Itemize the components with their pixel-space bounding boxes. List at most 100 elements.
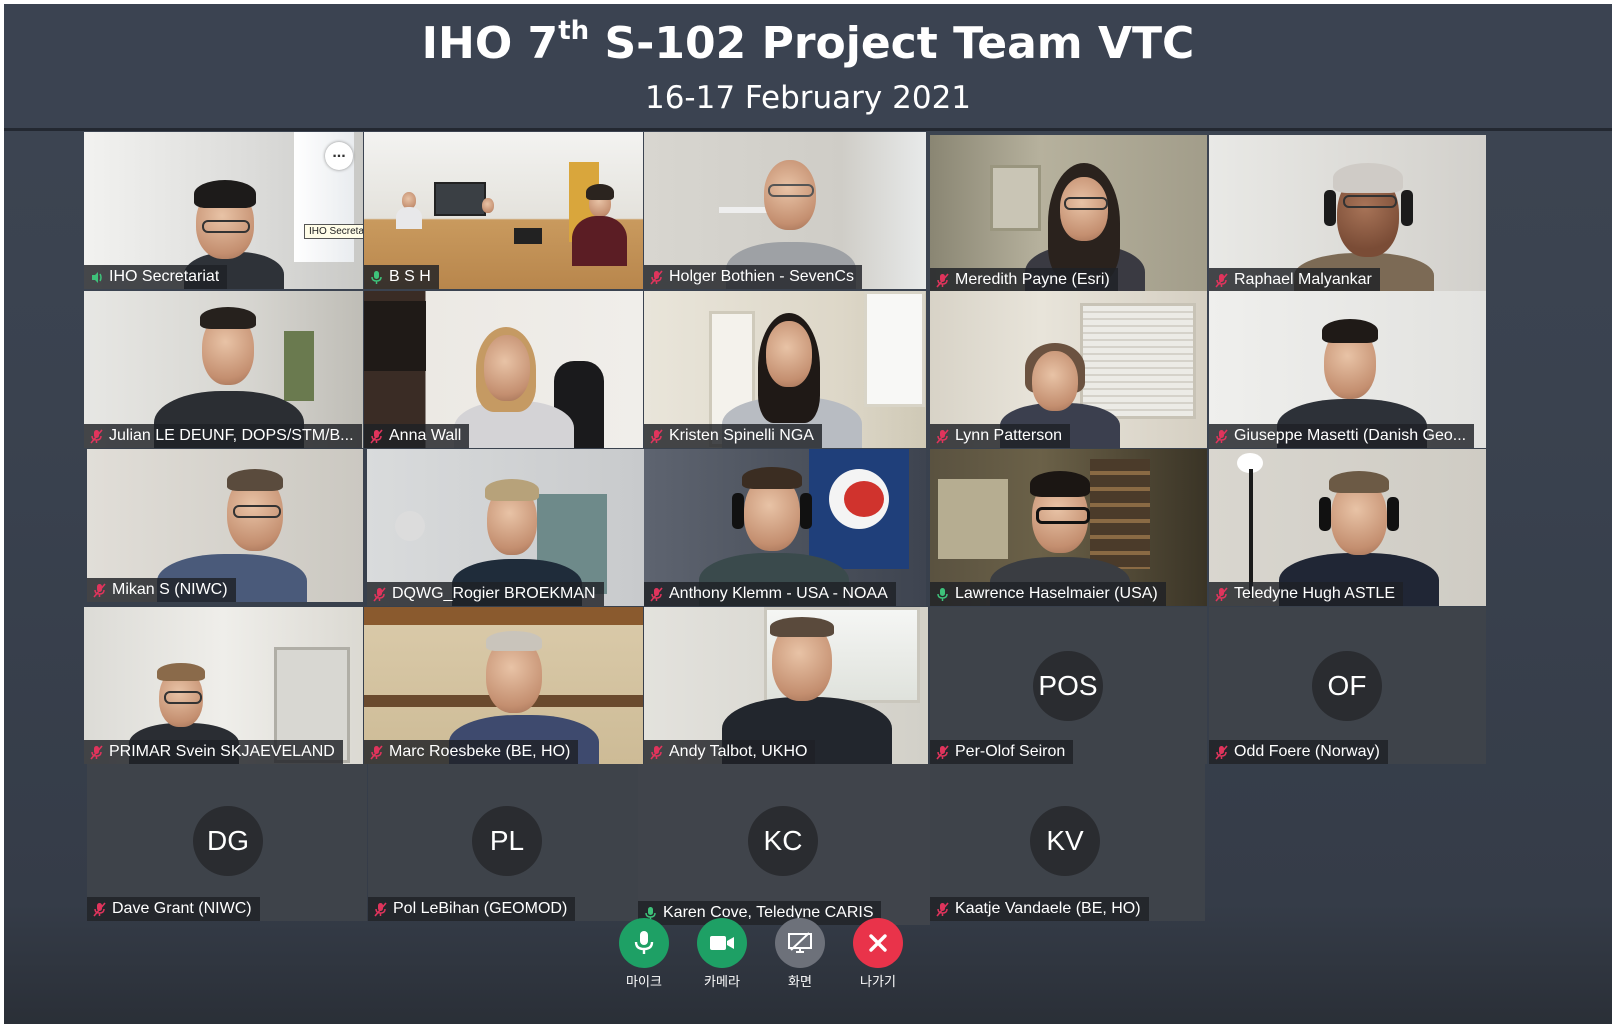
microphone-muted-icon: [373, 586, 386, 602]
participant-nameplate: Dave Grant (NIWC): [87, 897, 260, 921]
speaker-active-icon: [92, 271, 102, 283]
participant-name: Mikan S (NIWC): [112, 581, 228, 598]
participant-nameplate: Anna Wall: [364, 424, 470, 448]
microphone-muted-icon: [650, 269, 663, 285]
screen-share-icon: [775, 918, 825, 968]
participant-tile[interactable]: Lynn Patterson: [930, 291, 1207, 448]
microphone-muted-icon: [650, 586, 663, 602]
participant-tile[interactable]: PRIMAR Svein SKJAEVELAND: [84, 607, 363, 764]
participant-name: DQWG_Rogier BROEKMAN: [392, 585, 596, 602]
participant-tile[interactable]: Julian LE DEUNF, DOPS/STM/B...: [84, 291, 363, 448]
participant-name: Per-Olof Seiron: [955, 743, 1066, 760]
microphone-muted-icon: [650, 428, 663, 444]
participant-name: Odd Foere (Norway): [1234, 743, 1380, 760]
participant-tile[interactable]: Anna Wall: [364, 291, 643, 448]
screen-label: 화면: [788, 975, 812, 990]
microphone-muted-icon: [374, 901, 387, 917]
participant-name: Marc Roesbeke (BE, HO): [389, 743, 571, 760]
participant-name: Julian LE DEUNF, DOPS/STM/B...: [109, 427, 354, 444]
participant-nameplate: Marc Roesbeke (BE, HO): [364, 740, 579, 764]
participant-nameplate: Teledyne Hugh ASTLE: [1209, 582, 1403, 606]
microphone-muted-icon: [936, 744, 949, 760]
participant-tile[interactable]: Kristen Spinelli NGA: [644, 291, 926, 448]
participant-name: Pol LeBihan (GEOMOD): [393, 900, 568, 917]
participant-tile[interactable]: Teledyne Hugh ASTLE: [1209, 449, 1486, 606]
microphone-on-icon: [937, 587, 948, 601]
mic-label: 마이크: [626, 975, 662, 990]
participant-name: Kristen Spinelli NGA: [669, 427, 814, 444]
participant-nameplate: Lawrence Haselmaier (USA): [930, 582, 1166, 606]
name-tooltip: IHO Secretariat: [304, 224, 363, 239]
participant-tile[interactable]: B S H: [364, 132, 643, 289]
participant-nameplate: PRIMAR Svein SKJAEVELAND: [84, 740, 343, 764]
participant-tile[interactable]: Meredith Payne (Esri): [930, 135, 1207, 292]
participant-name: Teledyne Hugh ASTLE: [1234, 585, 1395, 602]
participant-name: IHO Secretariat: [109, 268, 220, 285]
participant-name: B S H: [389, 268, 431, 285]
participant-nameplate: Andy Talbot, UKHO: [644, 740, 816, 764]
participant-name: Raphael Malyankar: [1234, 271, 1372, 288]
participant-nameplate: Lynn Patterson: [930, 424, 1071, 448]
participant-avatar: DG: [193, 806, 263, 876]
participant-tile[interactable]: Giuseppe Masetti (Danish Geo...: [1209, 291, 1486, 448]
participant-tile[interactable]: Lawrence Haselmaier (USA): [930, 449, 1207, 606]
participant-tile[interactable]: Mikan S (NIWC): [87, 449, 363, 602]
microphone-muted-icon: [1215, 428, 1228, 444]
microphone-muted-icon: [370, 744, 383, 760]
participant-nameplate: Mikan S (NIWC): [87, 578, 236, 602]
participant-tile[interactable]: OF Odd Foere (Norway): [1209, 607, 1486, 764]
participant-tile[interactable]: Raphael Malyankar: [1209, 135, 1486, 292]
participant-nameplate: Anthony Klemm - USA - NOAA: [644, 582, 896, 606]
participant-tile[interactable]: DG Dave Grant (NIWC): [87, 764, 367, 921]
participant-name: Kaatje Vandaele (BE, HO): [955, 900, 1141, 917]
participant-avatar: POS: [1033, 651, 1103, 721]
participant-tile[interactable]: Anthony Klemm - USA - NOAA: [644, 449, 926, 606]
microphone-muted-icon: [936, 901, 949, 917]
participant-name: PRIMAR Svein SKJAEVELAND: [109, 743, 335, 760]
participant-tile[interactable]: KV Kaatje Vandaele (BE, HO): [930, 764, 1205, 921]
participant-name: Holger Bothien - SevenCs: [669, 268, 854, 285]
meeting-date: 16-17 February 2021: [644, 80, 972, 116]
participant-nameplate: Raphael Malyankar: [1209, 268, 1380, 292]
camera-button[interactable]: 카메라: [683, 918, 761, 990]
participant-name: Meredith Payne (Esri): [955, 271, 1110, 288]
participant-tile[interactable]: Marc Roesbeke (BE, HO): [364, 607, 643, 764]
mic-button[interactable]: 마이크: [605, 918, 683, 990]
participant-nameplate: DQWG_Rogier BROEKMAN: [367, 582, 604, 606]
participant-nameplate: Meredith Payne (Esri): [930, 268, 1118, 292]
participant-tile[interactable]: PL Pol LeBihan (GEOMOD): [368, 764, 638, 921]
participant-nameplate: IHO Secretariat: [84, 265, 228, 289]
video-camera-icon: [697, 918, 747, 968]
participant-nameplate: Per-Olof Seiron: [930, 740, 1074, 764]
participant-nameplate: Odd Foere (Norway): [1209, 740, 1388, 764]
microphone-muted-icon: [650, 744, 663, 760]
participant-tile[interactable]: Andy Talbot, UKHO: [644, 607, 928, 764]
microphone-muted-icon: [93, 901, 106, 917]
participant-nameplate: Pol LeBihan (GEOMOD): [368, 897, 576, 921]
participant-tile[interactable]: ... IHO Secretariat IHO Secretariat: [84, 132, 363, 289]
microphone-muted-icon: [90, 428, 103, 444]
participant-nameplate: Kristen Spinelli NGA: [644, 424, 822, 448]
participant-nameplate: Holger Bothien - SevenCs: [644, 265, 862, 289]
participant-avatar: KV: [1030, 806, 1100, 876]
leave-button[interactable]: 나가기: [839, 918, 917, 990]
microphone-on-icon: [371, 270, 382, 284]
microphone-muted-icon: [1215, 744, 1228, 760]
participant-name: Anthony Klemm - USA - NOAA: [669, 585, 888, 602]
participant-tile[interactable]: KC Karen Cove, Teledyne CARIS: [638, 764, 930, 925]
participant-tile[interactable]: Holger Bothien - SevenCs: [644, 132, 926, 289]
participant-nameplate: Kaatje Vandaele (BE, HO): [930, 897, 1149, 921]
participant-tile[interactable]: POS Per-Olof Seiron: [930, 607, 1207, 764]
participant-nameplate: B S H: [364, 265, 439, 289]
microphone-muted-icon: [1215, 272, 1228, 288]
participant-nameplate: Giuseppe Masetti (Danish Geo...: [1209, 424, 1475, 448]
screen-share-button[interactable]: 화면: [761, 918, 839, 990]
participant-tile[interactable]: DQWG_Rogier BROEKMAN: [367, 449, 644, 606]
participant-name: Giuseppe Masetti (Danish Geo...: [1234, 427, 1467, 444]
microphone-muted-icon: [1215, 586, 1228, 602]
microphone-muted-icon: [93, 582, 106, 598]
more-options-button[interactable]: ...: [325, 142, 353, 170]
microphone-muted-icon: [936, 272, 949, 288]
meeting-title: IHO 7th S-102 Project Team VTC: [421, 16, 1195, 69]
participant-avatar: OF: [1312, 651, 1382, 721]
